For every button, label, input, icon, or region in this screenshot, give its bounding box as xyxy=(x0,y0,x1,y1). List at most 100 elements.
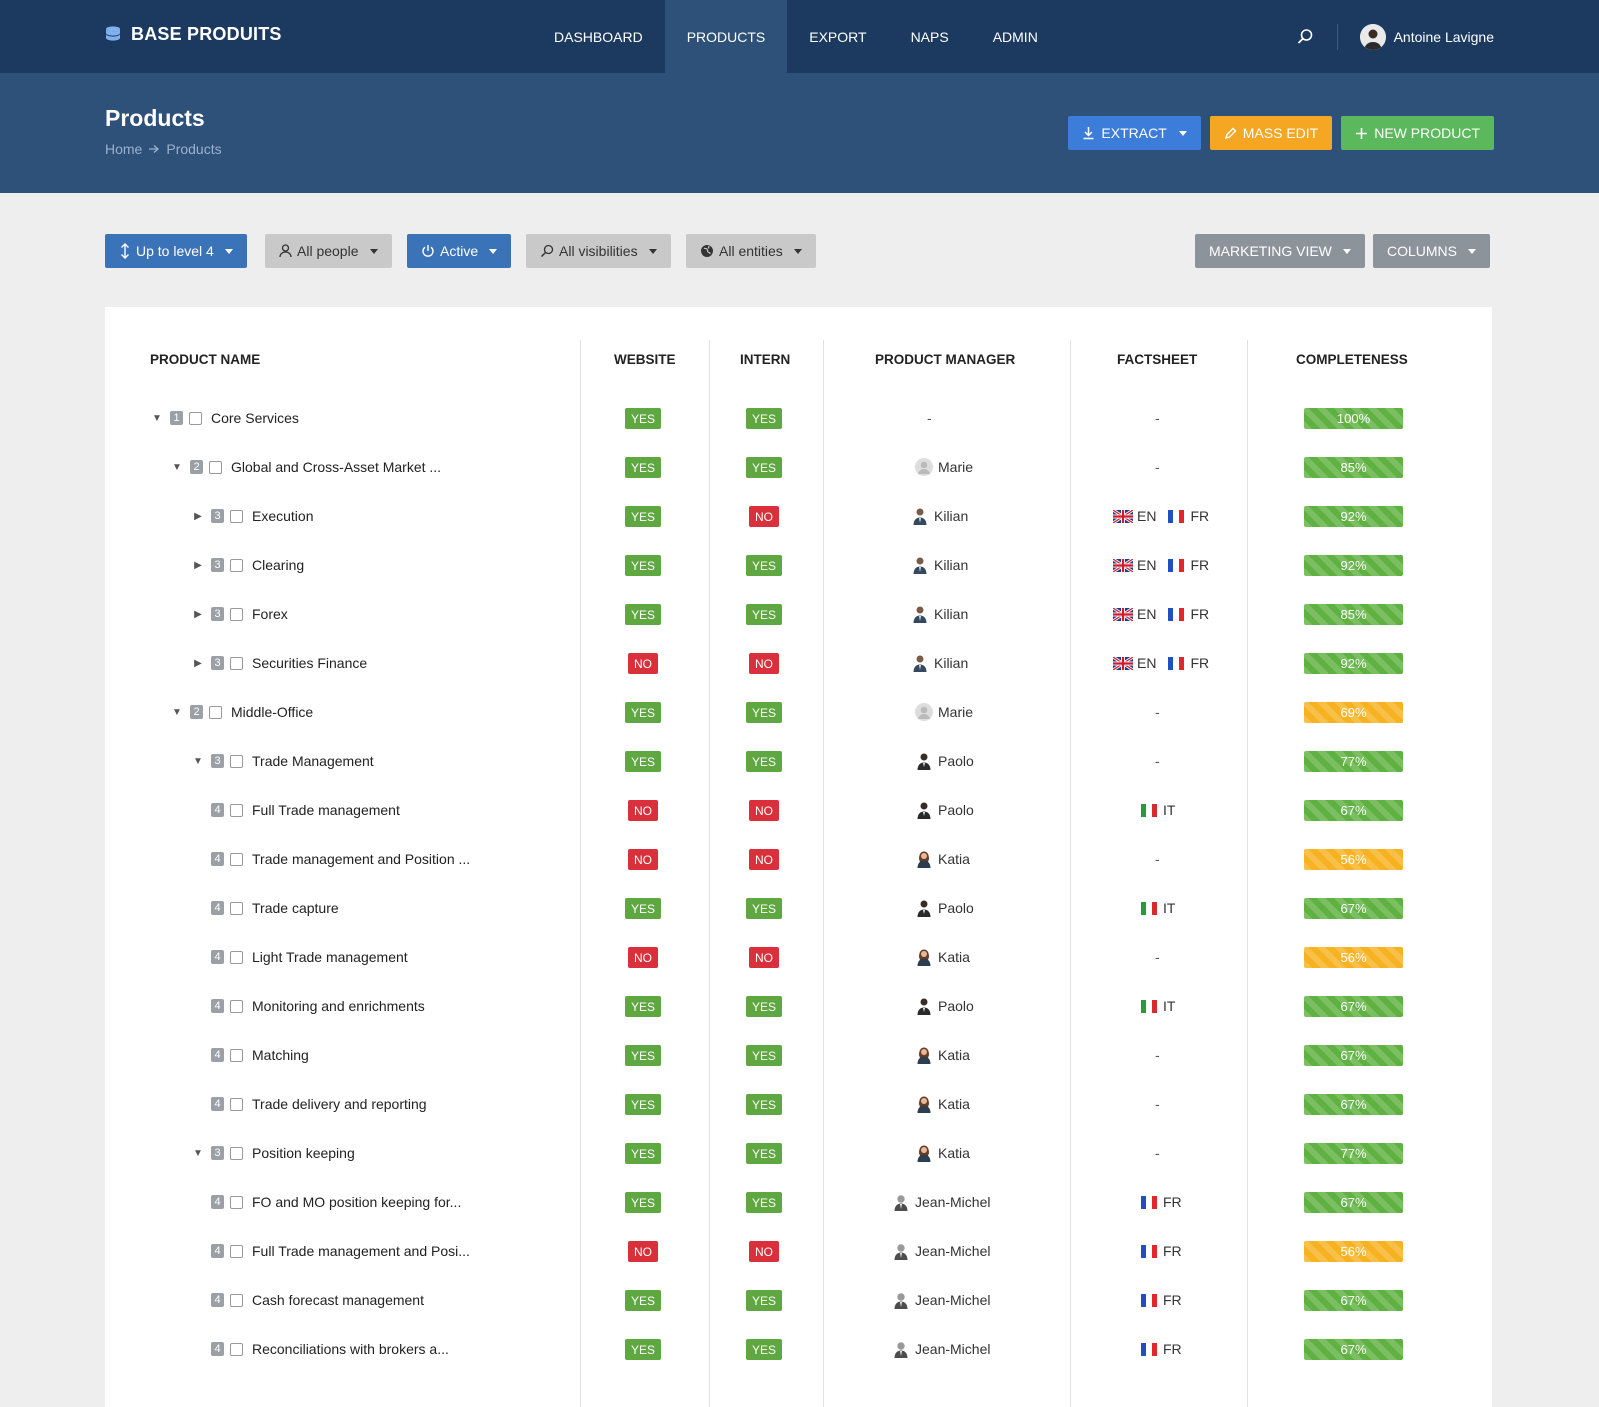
row-checkbox[interactable] xyxy=(230,558,243,572)
intern-status-badge[interactable]: NO xyxy=(749,1241,779,1262)
table-row[interactable]: 4 Cash forecast management YES YES Jean-Mich… xyxy=(105,1286,1492,1335)
row-checkbox[interactable] xyxy=(209,460,222,474)
table-row[interactable]: ▼ 1 Core Services YES YES - - 100% xyxy=(105,404,1492,453)
product-name[interactable]: Matching xyxy=(252,1047,309,1063)
website-status-badge[interactable]: NO xyxy=(628,849,658,870)
extract-button[interactable]: EXTRACT xyxy=(1068,116,1201,150)
factsheet-fr[interactable]: FR xyxy=(1166,508,1209,524)
table-row[interactable]: 4 Trade capture YES YES Paolo IT 67% xyxy=(105,894,1492,943)
product-name[interactable]: Trade Management xyxy=(252,753,374,769)
intern-status-badge[interactable]: YES xyxy=(746,408,783,429)
product-manager[interactable]: Jean-Michel xyxy=(892,1237,990,1265)
row-checkbox[interactable] xyxy=(230,509,243,523)
product-name[interactable]: Light Trade management xyxy=(252,949,408,965)
website-status-badge[interactable]: YES xyxy=(625,1045,662,1066)
website-status-badge[interactable]: NO xyxy=(628,800,658,821)
product-name[interactable]: Securities Finance xyxy=(252,655,367,671)
collapse-icon[interactable]: ▼ xyxy=(170,707,184,718)
table-row[interactable]: 4 Light Trade management NO NO Katia - 56% xyxy=(105,943,1492,992)
product-manager[interactable]: Jean-Michel xyxy=(892,1286,990,1314)
mass-edit-button[interactable]: MASS EDIT xyxy=(1209,116,1333,150)
nav-admin[interactable]: ADMIN xyxy=(971,0,1060,73)
intern-status-badge[interactable]: NO xyxy=(749,849,779,870)
table-row[interactable]: ▶ 3 Securities Finance NO NO Kilian EN FR 92% xyxy=(105,649,1492,698)
table-row[interactable]: ▶ 3 Execution YES NO Kilian EN FR 92% xyxy=(105,502,1492,551)
product-manager[interactable]: Marie xyxy=(915,698,973,726)
row-checkbox[interactable] xyxy=(230,999,243,1013)
intern-status-badge[interactable]: YES xyxy=(746,1094,783,1115)
table-row[interactable]: 4 Monitoring and enrichments YES YES Paolo IT… xyxy=(105,992,1492,1041)
header-product-manager[interactable]: PRODUCT MANAGER xyxy=(875,352,1015,367)
table-row[interactable]: 4 Trade delivery and reporting YES YES Katia… xyxy=(105,1090,1492,1139)
factsheet-en[interactable]: EN xyxy=(1113,606,1156,622)
website-status-badge[interactable]: NO xyxy=(628,947,658,968)
product-name[interactable]: Monitoring and enrichments xyxy=(252,998,425,1014)
intern-status-badge[interactable]: YES xyxy=(746,898,783,919)
visibility-filter[interactable]: All visibilities xyxy=(526,234,671,268)
product-name[interactable]: Full Trade management and Posi... xyxy=(252,1243,470,1259)
website-status-badge[interactable]: YES xyxy=(625,1339,662,1360)
factsheet-en[interactable]: EN xyxy=(1113,655,1156,671)
factsheet-fr[interactable]: FR xyxy=(1166,655,1209,671)
website-status-badge[interactable]: NO xyxy=(628,1241,658,1262)
table-row[interactable]: ▼ 2 Middle-Office YES YES Marie - 69% xyxy=(105,698,1492,747)
header-factsheet[interactable]: FACTSHEET xyxy=(1117,352,1197,367)
intern-status-badge[interactable]: YES xyxy=(746,1192,783,1213)
table-row[interactable]: 4 Reconciliations with brokers a... YES YES… xyxy=(105,1335,1492,1384)
nav-dashboard[interactable]: DASHBOARD xyxy=(532,0,665,73)
collapse-icon[interactable]: ▼ xyxy=(191,1148,205,1159)
product-manager[interactable]: Jean-Michel xyxy=(892,1188,990,1216)
row-checkbox[interactable] xyxy=(230,1097,243,1111)
product-manager[interactable]: Katia xyxy=(915,1139,970,1167)
row-checkbox[interactable] xyxy=(189,411,202,425)
product-manager[interactable]: Jean-Michel xyxy=(892,1335,990,1363)
product-name[interactable]: FO and MO position keeping for... xyxy=(252,1194,461,1210)
row-checkbox[interactable] xyxy=(230,852,243,866)
product-manager[interactable]: Paolo xyxy=(915,894,974,922)
columns-button[interactable]: COLUMNS xyxy=(1373,234,1491,268)
intern-status-badge[interactable]: NO xyxy=(749,947,779,968)
product-manager[interactable]: Katia xyxy=(915,845,970,873)
entities-filter[interactable]: All entities xyxy=(686,234,816,268)
intern-status-badge[interactable]: YES xyxy=(746,751,783,772)
website-status-badge[interactable]: YES xyxy=(625,457,662,478)
table-row[interactable]: ▶ 3 Forex YES YES Kilian EN FR 85% xyxy=(105,600,1492,649)
product-manager[interactable]: Katia xyxy=(915,1090,970,1118)
intern-status-badge[interactable]: YES xyxy=(746,702,783,723)
product-name[interactable]: Execution xyxy=(252,508,313,524)
intern-status-badge[interactable]: YES xyxy=(746,457,783,478)
header-intern[interactable]: INTERN xyxy=(740,352,790,367)
breadcrumb-home[interactable]: Home xyxy=(105,141,142,157)
product-name[interactable]: Forex xyxy=(252,606,288,622)
product-name[interactable]: Core Services xyxy=(211,410,299,426)
website-status-badge[interactable]: YES xyxy=(625,506,662,527)
table-row[interactable]: 4 FO and MO position keeping for... YES YES… xyxy=(105,1188,1492,1237)
product-name[interactable]: Trade delivery and reporting xyxy=(252,1096,427,1112)
table-row[interactable]: ▼ 2 Global and Cross-Asset Market ... YES YE… xyxy=(105,453,1492,502)
row-checkbox[interactable] xyxy=(230,754,243,768)
table-row[interactable]: 4 Trade management and Position ... NO NO Ka… xyxy=(105,845,1492,894)
people-filter[interactable]: All people xyxy=(265,234,392,268)
table-row[interactable]: 4 Full Trade management and Posi... NO NO Je… xyxy=(105,1237,1492,1286)
row-checkbox[interactable] xyxy=(230,1342,243,1356)
level-filter[interactable]: Up to level 4 xyxy=(105,234,247,268)
new-product-button[interactable]: NEW PRODUCT xyxy=(1341,116,1494,150)
collapse-icon[interactable]: ▼ xyxy=(191,756,205,767)
row-checkbox[interactable] xyxy=(209,705,222,719)
factsheet-fr[interactable]: FR xyxy=(1139,1341,1182,1357)
table-row[interactable]: 4 Matching YES YES Katia - 67% xyxy=(105,1041,1492,1090)
factsheet-fr[interactable]: FR xyxy=(1166,557,1209,573)
row-checkbox[interactable] xyxy=(230,803,243,817)
marketing-view-button[interactable]: MARKETING VIEW xyxy=(1195,234,1365,268)
user-avatar[interactable] xyxy=(1359,23,1386,50)
intern-status-badge[interactable]: YES xyxy=(746,1045,783,1066)
table-row[interactable]: ▼ 3 Position keeping YES YES Katia - 77% xyxy=(105,1139,1492,1188)
row-checkbox[interactable] xyxy=(230,1195,243,1209)
row-checkbox[interactable] xyxy=(230,656,243,670)
website-status-badge[interactable]: YES xyxy=(625,751,662,772)
factsheet-en[interactable]: EN xyxy=(1113,557,1156,573)
website-status-badge[interactable]: YES xyxy=(625,1192,662,1213)
website-status-badge[interactable]: YES xyxy=(625,996,662,1017)
header-website[interactable]: WEBSITE xyxy=(614,352,676,367)
website-status-badge[interactable]: YES xyxy=(625,1094,662,1115)
